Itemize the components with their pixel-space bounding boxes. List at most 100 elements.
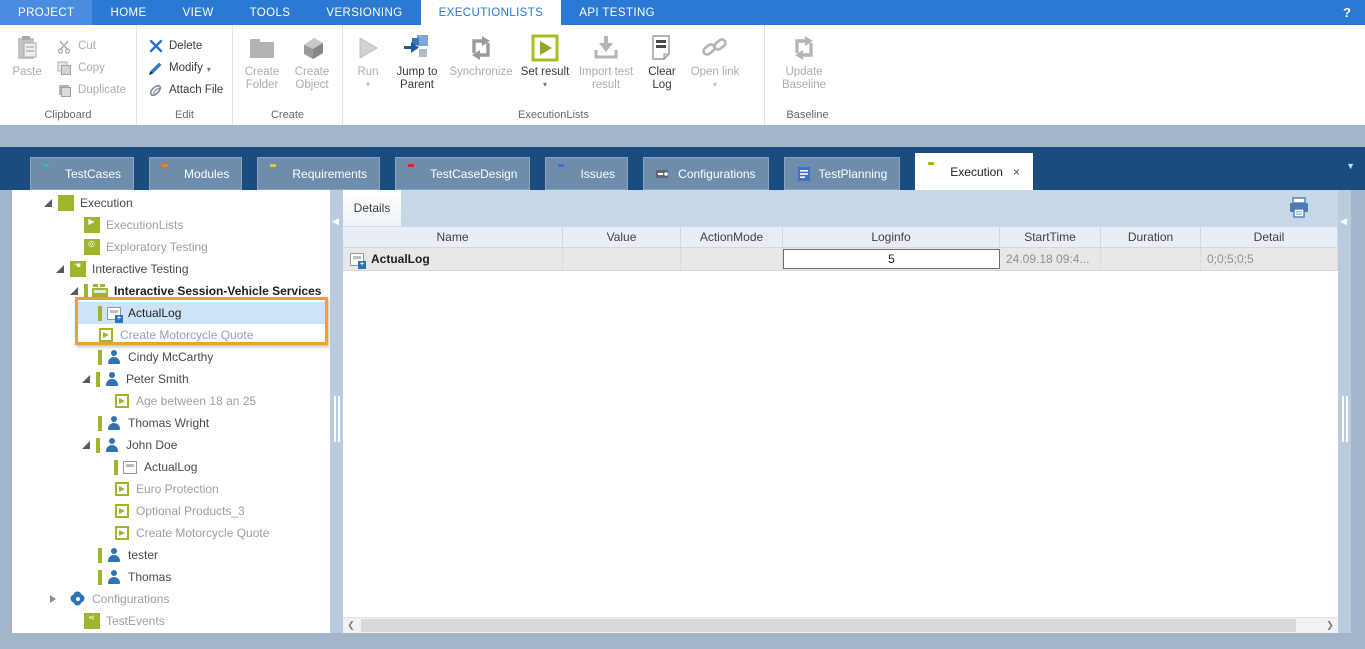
jump-to-parent-button[interactable]: Jump to Parent <box>389 29 445 103</box>
jump-to-parent-icon <box>402 33 432 63</box>
ribbon-group-create: Create Folder Create Object Create <box>232 25 342 125</box>
collapse-left-icon[interactable]: ◀ <box>332 216 339 227</box>
doc-tab-requirements[interactable]: Requirements <box>257 157 380 190</box>
tree-item-executionlists[interactable]: ▶ ExecutionLists <box>12 214 330 236</box>
import-test-result-label: Import test result <box>573 66 639 92</box>
column-header-value[interactable]: Value <box>563 227 681 247</box>
log-document-icon <box>106 305 122 321</box>
doc-tab-execution[interactable]: Execution × <box>915 153 1033 190</box>
doc-tab-label: TestPlanning <box>819 167 888 181</box>
help-icon[interactable]: ? <box>1329 0 1365 25</box>
tree-item-actuallog-selected[interactable]: ActualLog <box>12 302 330 324</box>
tree-item-john-doe[interactable]: John Doe <box>12 434 330 456</box>
scroll-left-icon[interactable]: ❮ <box>343 618 359 633</box>
tree-item-execution[interactable]: Execution <box>12 192 330 214</box>
expand-arrow-icon[interactable] <box>54 262 68 276</box>
doc-tab-configurations[interactable]: Configurations <box>643 157 768 190</box>
create-object-button[interactable]: Create Object <box>287 29 337 103</box>
tree-item-configurations[interactable]: Configurations <box>12 588 330 610</box>
expand-arrow-icon[interactable] <box>68 284 82 298</box>
tab-overflow-chevron-icon[interactable]: ▼ <box>1346 161 1355 171</box>
synchronize-button[interactable]: Synchronize <box>445 29 517 103</box>
column-header-detail[interactable]: Detail <box>1201 227 1338 247</box>
expand-arrow-icon[interactable] <box>80 372 94 386</box>
tab-versioning[interactable]: VERSIONING <box>308 0 420 25</box>
doc-tab-testplanning[interactable]: TestPlanning <box>784 157 901 190</box>
testcase-play-icon <box>114 503 130 519</box>
create-folder-label: Create Folder <box>237 66 287 92</box>
copy-label: Copy <box>78 62 105 74</box>
expand-arrow-icon[interactable] <box>80 438 94 452</box>
tree-item-cindy-mccarthy[interactable]: Cindy McCarthy <box>12 346 330 368</box>
scrollbar-track[interactable] <box>359 618 1322 633</box>
ribbon-group-executionlists: Run ▾ Jump to Parent Synchronize Set re <box>342 25 764 125</box>
folder-icon <box>162 167 177 180</box>
testcase-play-icon <box>114 393 130 409</box>
right-panel-splitter[interactable]: ◀ <box>1338 190 1351 633</box>
status-bar <box>98 416 102 431</box>
tree-item-thomas-wright[interactable]: Thomas Wright <box>12 412 330 434</box>
attach-file-button[interactable]: Attach File <box>141 79 229 101</box>
copy-button[interactable]: Copy <box>50 57 132 79</box>
tab-tools[interactable]: TOOLS <box>232 0 309 25</box>
tree-item-actuallog-john[interactable]: ActualLog <box>12 456 330 478</box>
cell-loginfo-input[interactable]: 5 <box>783 249 1000 269</box>
tree-item-optional-products[interactable]: Optional Products_3 <box>12 500 330 522</box>
tree-item-testevents[interactable]: ⋖ TestEvents <box>12 610 330 632</box>
tab-home[interactable]: HOME <box>92 0 164 25</box>
import-test-result-button[interactable]: Import test result <box>573 29 639 103</box>
collapse-left-icon[interactable]: ◀ <box>1340 216 1347 227</box>
column-header-duration[interactable]: Duration <box>1101 227 1201 247</box>
column-header-loginfo[interactable]: Loginfo <box>783 227 1000 247</box>
open-link-button[interactable]: Open link ▾ <box>685 29 745 103</box>
modify-button[interactable]: Modify ▾ <box>141 57 229 79</box>
column-header-actionmode[interactable]: ActionMode <box>681 227 783 247</box>
column-header-name[interactable]: Name <box>343 227 563 247</box>
doc-tab-issues[interactable]: Issues <box>545 157 628 190</box>
tree-item-label: ActualLog <box>128 306 181 320</box>
tree-item-interactive-session[interactable]: Interactive Session-Vehicle Services <box>12 280 330 302</box>
clear-log-icon <box>647 33 677 63</box>
testcase-play-icon <box>98 327 114 343</box>
update-baseline-button[interactable]: Update Baseline <box>769 29 839 103</box>
scroll-right-icon[interactable]: ❯ <box>1322 618 1338 633</box>
tree-item-create-motorcycle-quote-2[interactable]: Create Motorcycle Quote <box>12 522 330 544</box>
print-icon[interactable] <box>1288 197 1310 219</box>
tree-item-age-between[interactable]: Age between 18 an 25 <box>12 390 330 412</box>
collapsed-arrow-icon[interactable] <box>46 592 60 606</box>
tree-details-splitter[interactable]: ◀ <box>330 190 343 633</box>
doc-tab-testcasedesign[interactable]: TestCaseDesign <box>395 157 530 190</box>
tab-view[interactable]: VIEW <box>165 0 232 25</box>
delete-button[interactable]: Delete <box>141 35 229 57</box>
table-row[interactable]: ActualLog 5 24.09.18 09:4... 0;0;5;0;5 <box>343 248 1338 271</box>
tree-item-peter-smith[interactable]: Peter Smith <box>12 368 330 390</box>
ribbon-tab-bar: PROJECT HOME VIEW TOOLS VERSIONING EXECU… <box>0 0 1365 25</box>
column-header-starttime[interactable]: StartTime <box>1000 227 1101 247</box>
tab-project[interactable]: PROJECT <box>0 0 92 25</box>
gear-search-icon <box>70 591 86 607</box>
tree-item-tester[interactable]: tester <box>12 544 330 566</box>
cut-button[interactable]: Cut <box>50 35 132 57</box>
close-icon[interactable]: × <box>1013 165 1020 179</box>
log-document-icon <box>349 251 365 267</box>
doc-tab-modules[interactable]: Modules <box>149 157 242 190</box>
duplicate-button[interactable]: Duplicate <box>50 79 132 101</box>
tree-item-exploratory-testing[interactable]: ◎ Exploratory Testing <box>12 236 330 258</box>
tree-item-label: Exploratory Testing <box>106 240 208 254</box>
tree-item-thomas[interactable]: Thomas <box>12 566 330 588</box>
tab-details[interactable]: Details <box>343 190 401 226</box>
doc-tab-testcases[interactable]: TestCases <box>30 157 134 190</box>
expand-arrow-icon[interactable] <box>42 196 56 210</box>
clear-log-button[interactable]: Clear Log <box>639 29 685 103</box>
tree-item-create-motorcycle-quote[interactable]: Create Motorcycle Quote <box>12 324 330 346</box>
tree-item-interactive-testing[interactable]: ☚ Interactive Testing <box>12 258 330 280</box>
create-folder-button[interactable]: Create Folder <box>237 29 287 103</box>
run-button[interactable]: Run ▾ <box>347 29 389 103</box>
tree-item-euro-protection[interactable]: Euro Protection <box>12 478 330 500</box>
scrollbar-thumb[interactable] <box>361 619 1296 632</box>
paste-button[interactable]: Paste <box>4 29 50 103</box>
group-label-clipboard: Clipboard <box>4 107 132 125</box>
tab-executionlists[interactable]: EXECUTIONLISTS <box>421 0 562 25</box>
tab-api-testing[interactable]: API TESTING <box>561 0 673 25</box>
set-result-button[interactable]: Set result ▾ <box>517 29 573 103</box>
